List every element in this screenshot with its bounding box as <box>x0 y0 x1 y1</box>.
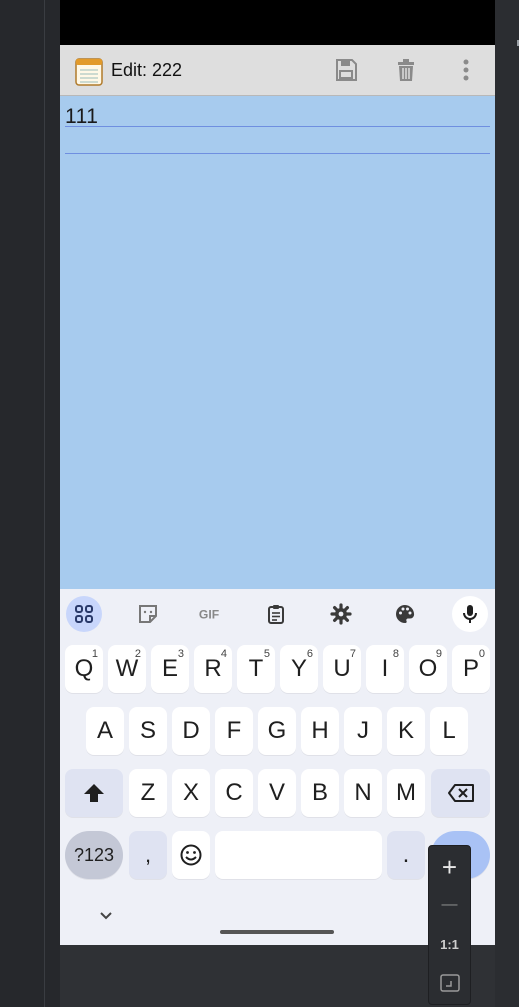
key-r[interactable]: R4 <box>194 645 232 693</box>
key-o[interactable]: O9 <box>409 645 447 693</box>
backspace-key[interactable] <box>431 769 490 817</box>
emulator-window: Edit: 222 111 GIF Q 1 W 2 E 3 R 4 T 5 Y … <box>0 0 519 1007</box>
key-v[interactable]: V <box>258 769 296 817</box>
sticker-icon[interactable] <box>130 596 166 632</box>
backspace-icon <box>447 784 474 802</box>
key-k[interactable]: K <box>387 707 425 755</box>
status-bar <box>60 0 495 45</box>
key-g[interactable]: G <box>258 707 296 755</box>
key-y[interactable]: Y6 <box>280 645 318 693</box>
clipboard-icon[interactable] <box>258 596 294 632</box>
left-panel <box>0 0 45 1007</box>
zoom-controls: + — 1:1 <box>428 845 471 1005</box>
notepad-icon[interactable] <box>75 56 103 86</box>
right-panel <box>495 0 519 1007</box>
home-indicator[interactable] <box>220 930 334 934</box>
overflow-menu-icon[interactable] <box>452 56 480 84</box>
key-hint: 3 <box>177 648 184 660</box>
key-hint: 2 <box>134 648 141 660</box>
period-key[interactable]: . <box>387 831 425 879</box>
key-hint: 6 <box>306 648 313 660</box>
key-h[interactable]: H <box>301 707 339 755</box>
key-n[interactable]: N <box>344 769 382 817</box>
key-j[interactable]: J <box>344 707 382 755</box>
key-label: U <box>333 655 351 682</box>
key-d[interactable]: D <box>172 707 210 755</box>
key-w[interactable]: W2 <box>108 645 146 693</box>
keyboard-toolbar: GIF <box>60 589 495 639</box>
key-label: E <box>161 655 178 682</box>
emoji-icon <box>180 844 202 866</box>
key-label: T <box>248 655 264 682</box>
emoji-key[interactable] <box>172 831 210 879</box>
note-editor[interactable]: 111 <box>60 96 495 589</box>
key-label: O <box>418 655 438 682</box>
key-label: Y <box>290 655 307 682</box>
zoom-in-button[interactable]: + <box>429 848 470 886</box>
key-e[interactable]: E3 <box>151 645 189 693</box>
key-label: R <box>204 655 222 682</box>
key-q[interactable]: Q1 <box>65 645 103 693</box>
gif-icon[interactable]: GIF <box>194 596 230 632</box>
symbols-key[interactable]: ?123 <box>65 831 123 879</box>
key-hint: 9 <box>435 648 442 660</box>
key-t[interactable]: T5 <box>237 645 275 693</box>
key-hint: 1 <box>91 648 98 660</box>
key-f[interactable]: F <box>215 707 253 755</box>
key-hint: 5 <box>263 648 270 660</box>
key-hint: 4 <box>220 648 227 660</box>
chevron-down-icon[interactable] <box>98 911 114 921</box>
space-key[interactable] <box>215 831 382 879</box>
zoom-out-button[interactable]: — <box>429 886 470 924</box>
key-label: P <box>462 655 479 682</box>
key-hint: 8 <box>392 648 399 660</box>
trash-icon[interactable] <box>392 56 420 84</box>
fit-screen-icon <box>439 974 460 992</box>
phone-screen: Edit: 222 111 GIF Q 1 W 2 E 3 R 4 T 5 Y … <box>60 0 495 945</box>
key-label: I <box>381 655 389 682</box>
svg-text:GIF: GIF <box>199 608 219 622</box>
key-x[interactable]: X <box>172 769 210 817</box>
key-b[interactable]: B <box>301 769 339 817</box>
key-z[interactable]: Z <box>129 769 167 817</box>
ruled-line <box>65 153 490 154</box>
key-s[interactable]: S <box>129 707 167 755</box>
settings-icon[interactable] <box>323 596 359 632</box>
key-l[interactable]: L <box>430 707 468 755</box>
key-m[interactable]: M <box>387 769 425 817</box>
shift-icon <box>84 784 104 802</box>
action-bar: Edit: 222 <box>60 45 495 96</box>
fit-screen-button[interactable] <box>429 964 470 1002</box>
key-i[interactable]: I8 <box>366 645 404 693</box>
key-u[interactable]: U7 <box>323 645 361 693</box>
actual-size-button[interactable]: 1:1 <box>429 925 470 963</box>
save-icon[interactable] <box>332 56 360 84</box>
shift-key[interactable] <box>65 769 123 817</box>
key-hint: 7 <box>349 648 356 660</box>
key-a[interactable]: A <box>86 707 124 755</box>
apps-grid-icon[interactable] <box>66 596 102 632</box>
key-label: Q <box>74 655 94 682</box>
comma-key[interactable]: , <box>129 831 167 879</box>
key-hint: 0 <box>478 648 485 660</box>
ruled-line <box>65 126 490 127</box>
mic-icon[interactable] <box>452 596 488 632</box>
key-c[interactable]: C <box>215 769 253 817</box>
palette-icon[interactable] <box>387 596 423 632</box>
page-title: Edit: 222 <box>111 60 183 80</box>
key-p[interactable]: P0 <box>452 645 490 693</box>
